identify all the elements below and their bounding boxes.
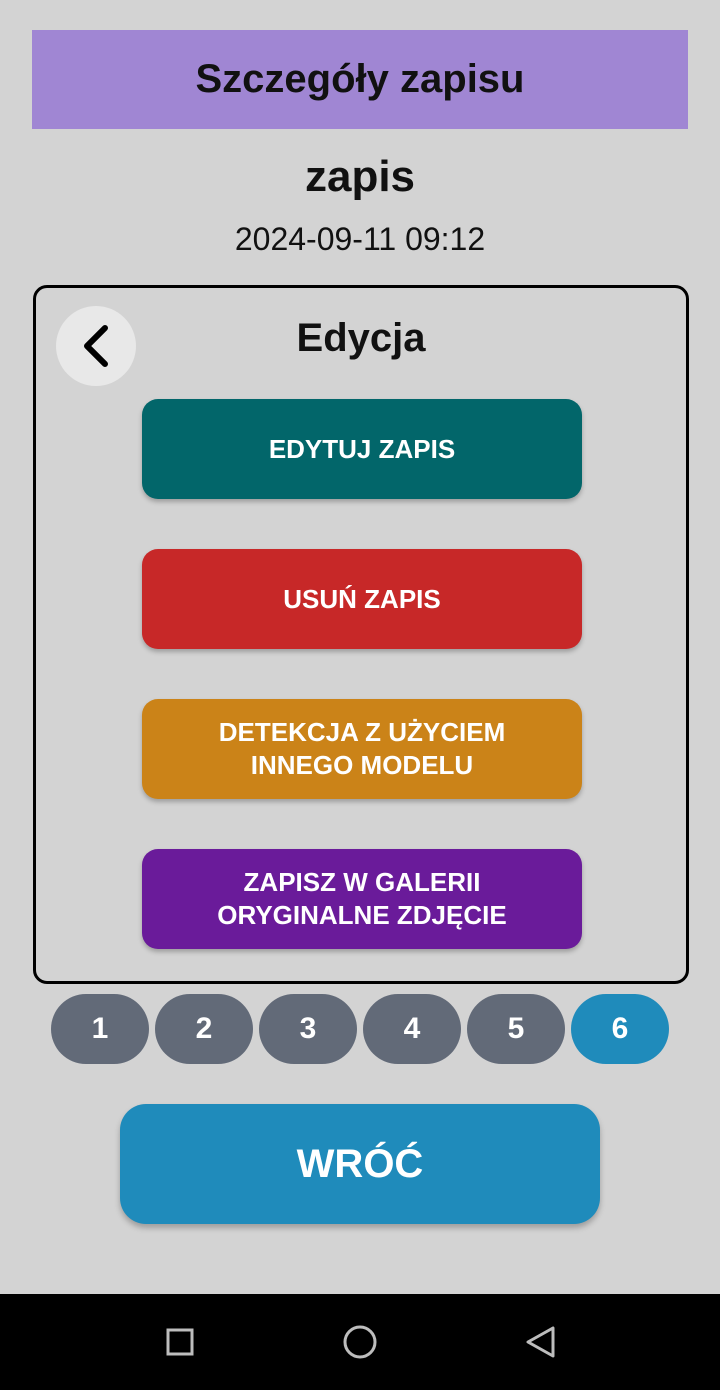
page-button-4[interactable]: 4 (363, 994, 461, 1064)
panel-title: Edycja (296, 316, 426, 360)
page-button-2[interactable]: 2 (155, 994, 253, 1064)
page-button-3[interactable]: 3 (259, 994, 357, 1064)
triangle-back-icon (526, 1326, 555, 1358)
page-button-1[interactable]: 1 (51, 994, 149, 1064)
system-back-button[interactable] (492, 1294, 588, 1390)
record-date: 2024-09-11 09:12 (234, 221, 486, 257)
circle-home-icon (343, 1325, 377, 1359)
save-original-to-gallery-button[interactable]: ZAPISZ W GALERII ORYGINALNE ZDJĘCIE (142, 849, 582, 949)
home-button[interactable] (312, 1294, 408, 1390)
page-button-6[interactable]: 6 (571, 994, 669, 1064)
pager: 1 2 3 4 5 6 (51, 994, 669, 1064)
app-header: Szczegóły zapisu (32, 30, 688, 129)
system-nav-bar (0, 1294, 720, 1390)
back-button[interactable]: WRÓĆ (120, 1104, 600, 1224)
square-recents-icon (166, 1328, 194, 1356)
record-name: zapis (304, 152, 416, 201)
edit-panel: Edycja EDYTUJ ZAPIS USUŃ ZAPIS DETEKCJA … (33, 285, 689, 984)
recents-button[interactable] (132, 1294, 228, 1390)
page-button-5[interactable]: 5 (467, 994, 565, 1064)
delete-record-button[interactable]: USUŃ ZAPIS (142, 549, 582, 649)
page-title: Szczegóły zapisu (195, 57, 525, 101)
edit-record-button[interactable]: EDYTUJ ZAPIS (142, 399, 582, 499)
detect-other-model-button[interactable]: DETEKCJA Z UŻYCIEM INNEGO MODELU (142, 699, 582, 799)
